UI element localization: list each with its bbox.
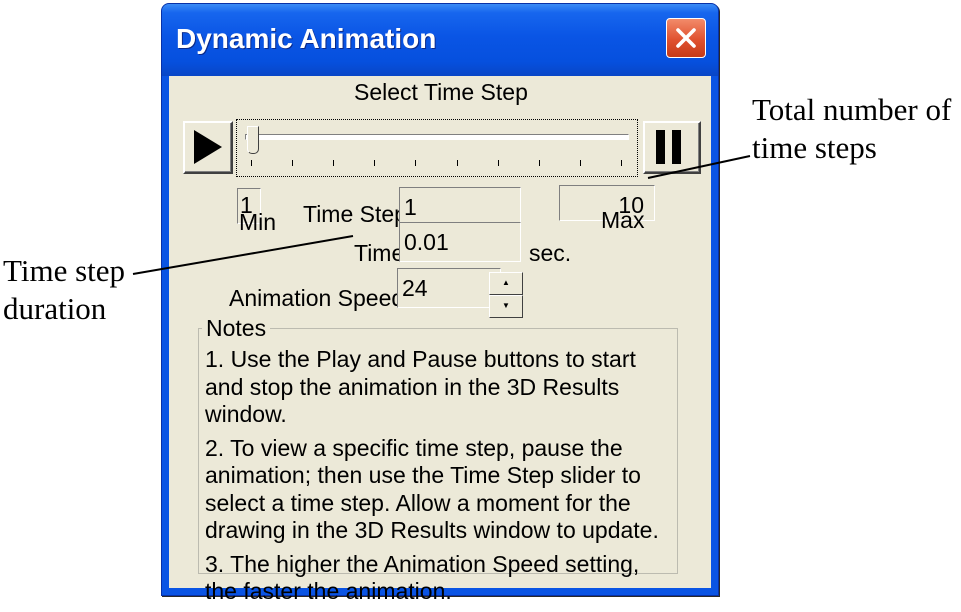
slider-tick xyxy=(538,160,540,166)
notes-title: Notes xyxy=(202,316,271,340)
duration-annotation-line2: duration xyxy=(3,291,107,326)
total-steps-annotation-line2: time steps xyxy=(752,130,877,165)
time-step-label: Time Step xyxy=(303,201,407,227)
close-button[interactable] xyxy=(666,18,706,58)
slider-tick xyxy=(333,160,335,166)
animation-speed-field[interactable]: 24 xyxy=(397,268,501,308)
time-label: Time xyxy=(354,240,405,266)
slider-tick xyxy=(497,160,499,166)
total-steps-annotation-line1: Total number of xyxy=(752,92,952,127)
dialog-body: Select Time Step 1 Min Time Step 1 10 Ma… xyxy=(169,76,711,604)
select-time-step-heading: Select Time Step xyxy=(354,79,528,105)
notes-content: 1. Use the Play and Pause buttons to sta… xyxy=(205,346,675,612)
play-icon xyxy=(194,130,222,164)
slider-tick xyxy=(374,160,376,166)
note-item: 1. Use the Play and Pause buttons to sta… xyxy=(205,346,636,427)
slider-tick xyxy=(579,160,581,166)
window-title: Dynamic Animation xyxy=(176,23,437,54)
slider-tick xyxy=(292,160,294,166)
animation-speed-spinner: ▲ ▼ xyxy=(489,272,523,318)
time-step-slider[interactable] xyxy=(236,119,638,177)
spin-up-icon[interactable]: ▲ xyxy=(489,272,523,295)
note-item: 2. To view a specific time step, pause t… xyxy=(205,434,659,544)
dynamic-animation-dialog: Dynamic Animation Select Time Step 1 Min… xyxy=(161,3,719,604)
slider-tick xyxy=(415,160,417,166)
pause-button[interactable] xyxy=(643,121,701,174)
note-item: 3. The higher the Animation Speed settin… xyxy=(205,550,640,605)
duration-annotation-line1: Time step xyxy=(3,253,126,288)
min-label: Min xyxy=(239,209,277,235)
animation-speed-label: Animation Speed xyxy=(229,285,405,311)
pause-icon xyxy=(656,130,681,164)
max-label: Max xyxy=(601,207,645,233)
title-bar[interactable]: Dynamic Animation xyxy=(162,4,718,76)
slider-track xyxy=(245,134,629,140)
spin-down-icon[interactable]: ▼ xyxy=(489,295,523,318)
close-x-icon xyxy=(676,28,696,48)
slider-tick xyxy=(621,160,622,166)
slider-thumb[interactable] xyxy=(247,126,259,154)
play-button[interactable] xyxy=(183,121,233,174)
slider-tick xyxy=(456,160,458,166)
time-step-field[interactable]: 1 xyxy=(399,187,521,227)
time-field[interactable]: 0.01 xyxy=(399,222,521,262)
slider-tick xyxy=(251,160,252,166)
time-unit-label: sec. xyxy=(529,240,572,266)
